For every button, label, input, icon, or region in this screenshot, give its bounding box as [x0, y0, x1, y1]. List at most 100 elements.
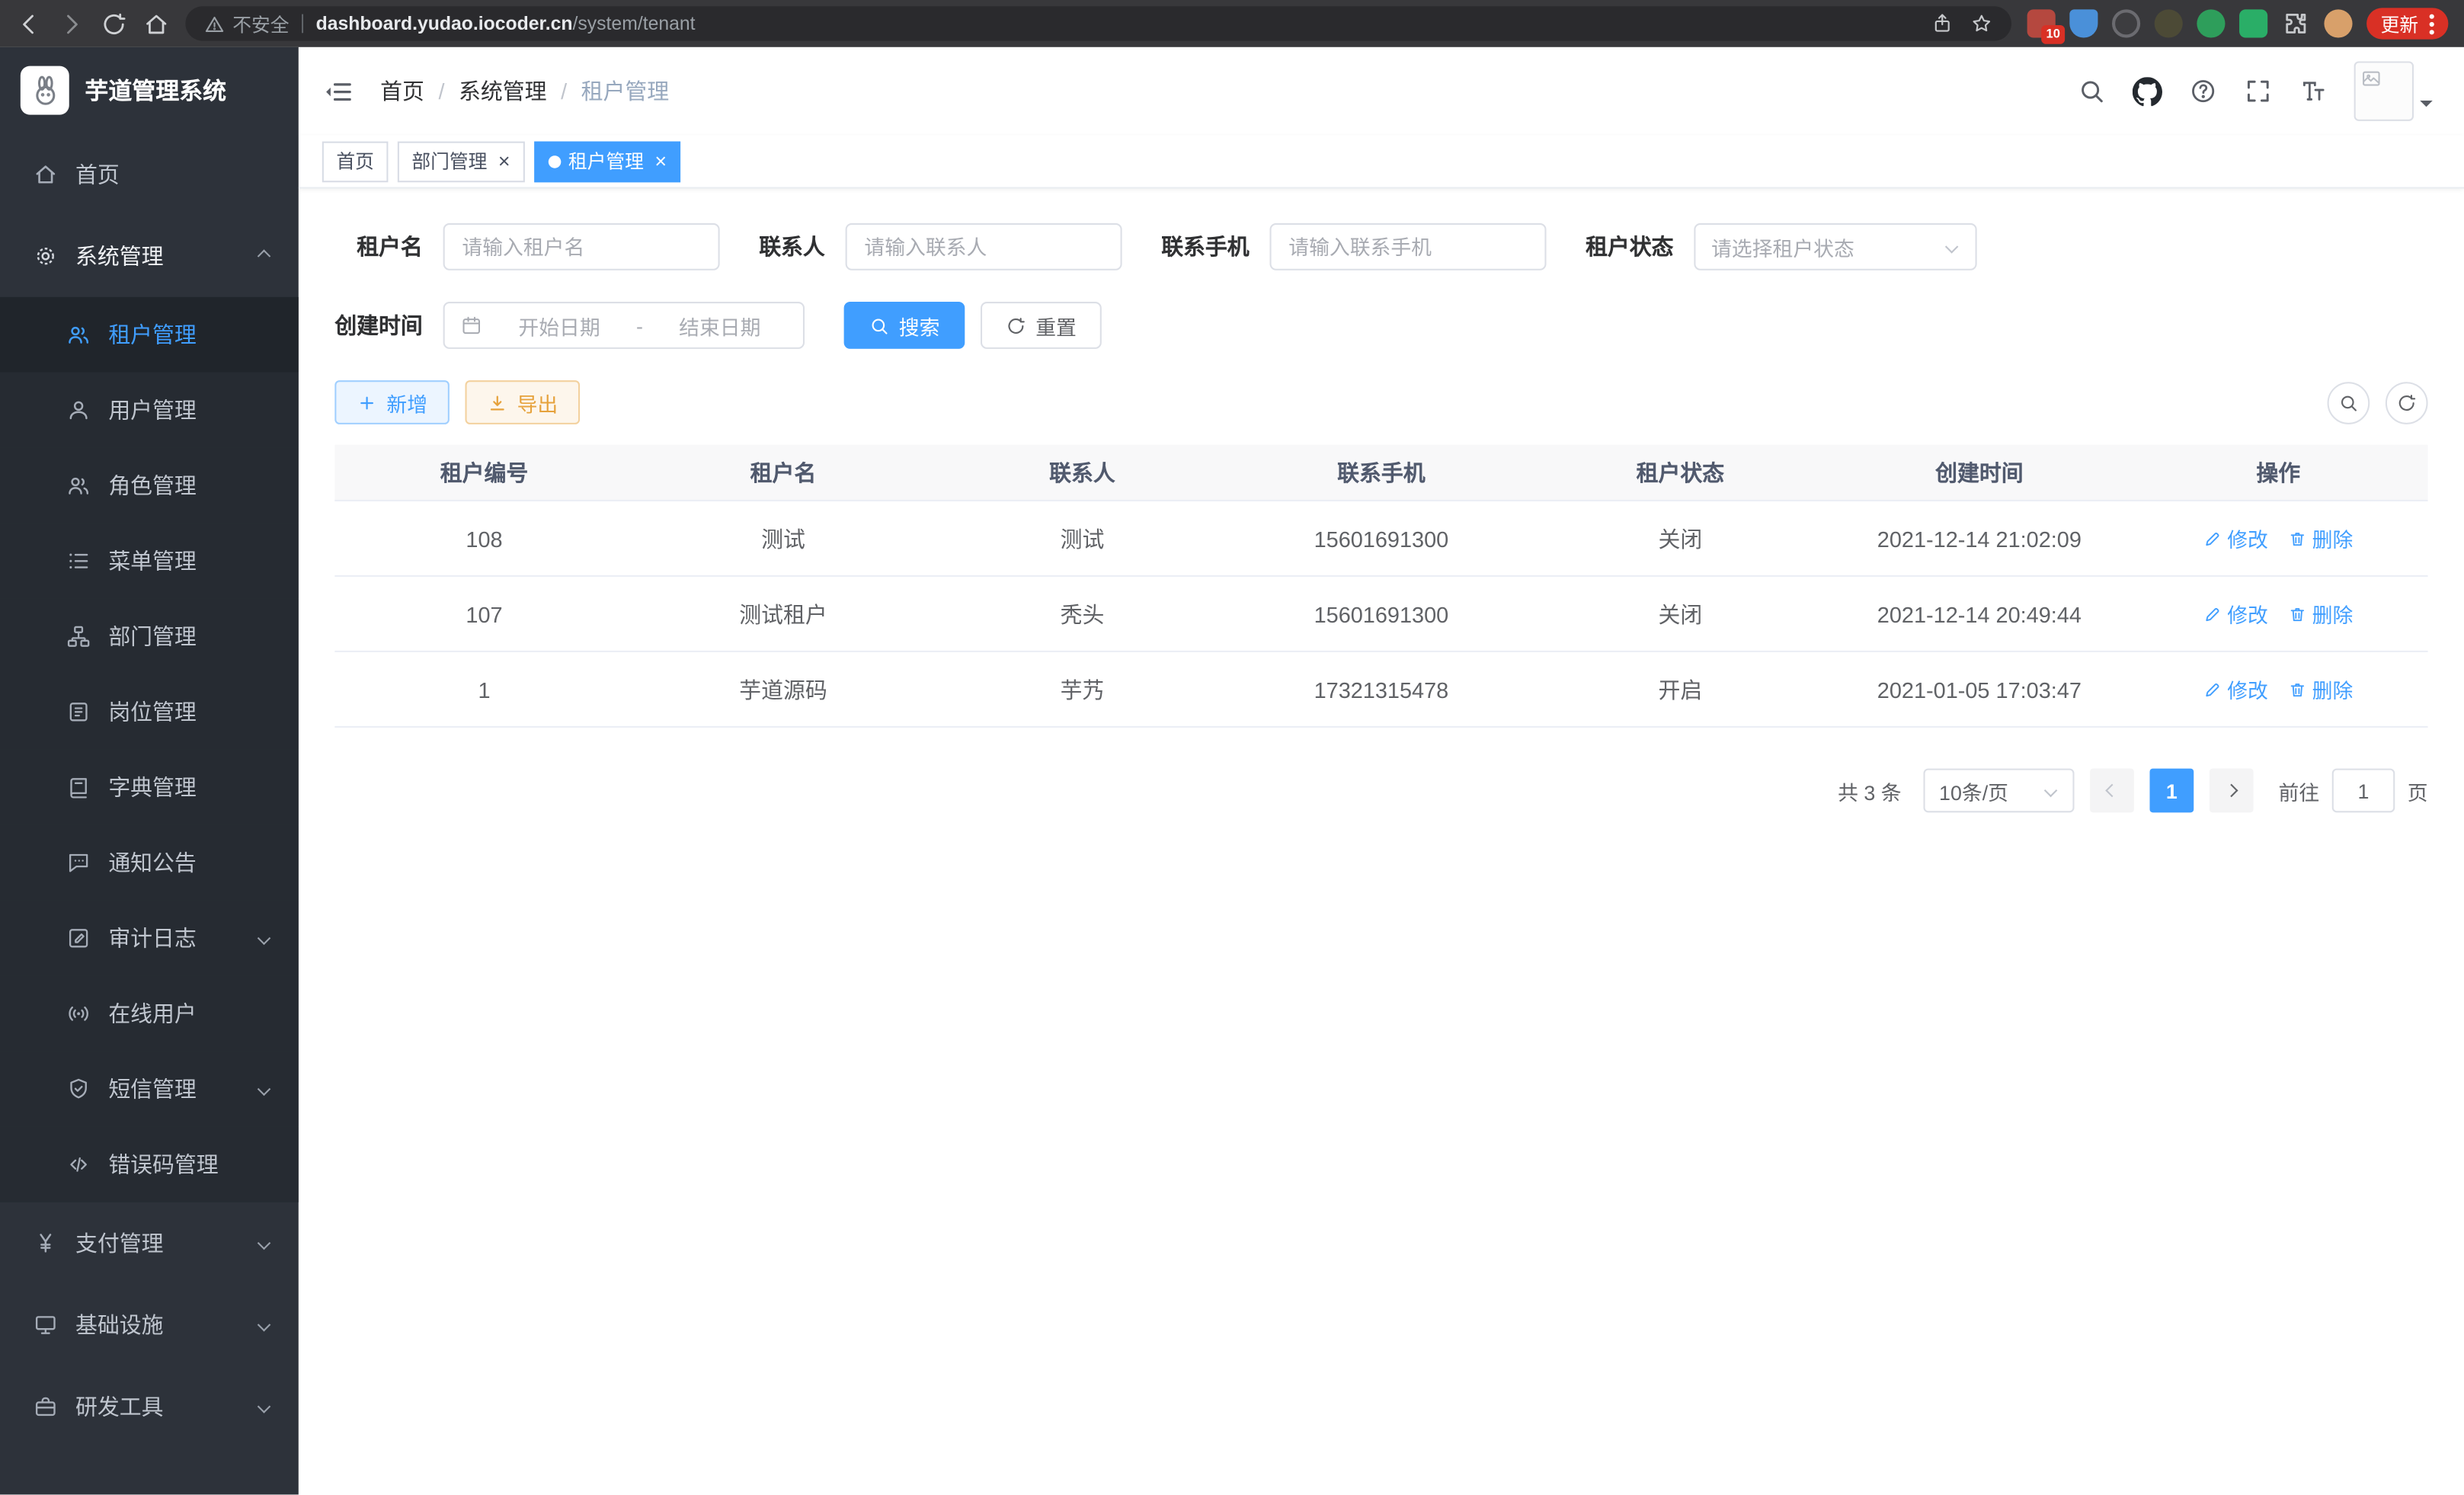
gear-icon — [33, 244, 58, 269]
browser-menu-icon[interactable] — [2430, 14, 2434, 34]
toggle-search-button[interactable] — [2328, 381, 2370, 424]
user-avatar[interactable] — [2354, 61, 2414, 120]
filter-status: 租户状态 请选择租户状态 — [1586, 223, 1977, 271]
status-select[interactable]: 请选择租户状态 — [1694, 223, 1976, 271]
table-toolbar: 新增 导出 — [334, 380, 2427, 424]
delete-button[interactable]: 删除 — [2289, 674, 2354, 704]
column-header: 联系人 — [933, 445, 1231, 500]
sidebar-item-home[interactable]: 首页 — [0, 133, 299, 215]
close-icon[interactable]: × — [498, 151, 510, 171]
document-edit-icon — [66, 926, 91, 951]
search-button[interactable]: 搜索 — [844, 302, 965, 349]
table-row: 1 芋道源码 芋艿 17321315478 开启 2021-01-05 17:0… — [334, 652, 2427, 728]
user-menu[interactable] — [2354, 61, 2433, 120]
sidebar-menu: 首页 系统管理 租户管理 用户管理 — [0, 133, 299, 1447]
update-browser-button[interactable]: 更新 — [2366, 8, 2448, 39]
breadcrumb-separator: / — [438, 78, 444, 104]
sidebar-item-tenant[interactable]: 租户管理 — [0, 297, 299, 373]
app-logo[interactable]: 芋道管理系统 — [0, 47, 299, 133]
tag-dept[interactable]: 部门管理 × — [398, 141, 524, 182]
create-time-range-picker[interactable]: 开始日期 - 结束日期 — [443, 302, 805, 349]
shield-icon — [66, 1077, 91, 1102]
sidebar-item-online-users[interactable]: 在线用户 — [0, 976, 299, 1052]
share-icon[interactable] — [1931, 13, 1954, 35]
next-page-button[interactable] — [2210, 769, 2254, 813]
font-size-icon[interactable] — [2299, 77, 2327, 105]
add-button[interactable]: 新增 — [334, 380, 450, 424]
extension-icon[interactable] — [2112, 9, 2140, 37]
sidebar-item-label: 通知公告 — [108, 847, 197, 879]
help-icon[interactable] — [2189, 77, 2217, 105]
button-label: 新增 — [386, 387, 427, 417]
pagination-total: 共 3 条 — [1838, 776, 1901, 805]
address-bar[interactable]: 不安全 dashboard.yudao.iocoder.cn/system/te… — [185, 6, 2011, 40]
app-title: 芋道管理系统 — [85, 74, 226, 107]
screen: 不安全 dashboard.yudao.iocoder.cn/system/te… — [0, 0, 2464, 1494]
cell-tenant-name: 测试 — [634, 501, 933, 575]
cell-phone: 17321315478 — [1232, 652, 1531, 726]
phone-input[interactable] — [1270, 223, 1547, 271]
edit-button[interactable]: 修改 — [2203, 674, 2268, 704]
page-number-button[interactable]: 1 — [2149, 769, 2194, 813]
reload-icon[interactable] — [101, 10, 127, 37]
sidebar-item-system[interactable]: 系统管理 — [0, 216, 299, 297]
download-icon — [487, 392, 507, 413]
sidebar-fold-icon[interactable] — [324, 76, 354, 106]
sidebar-item-notice[interactable]: 通知公告 — [0, 825, 299, 901]
sidebar-item-audit-log[interactable]: 审计日志 — [0, 901, 299, 976]
fullscreen-icon[interactable] — [2244, 77, 2272, 105]
browser-home-icon[interactable] — [143, 10, 170, 37]
breadcrumb-item[interactable]: 首页 — [380, 75, 424, 107]
refresh-table-button[interactable] — [2386, 381, 2428, 424]
close-icon[interactable]: × — [654, 151, 667, 171]
sidebar-item-post[interactable]: 岗位管理 — [0, 674, 299, 750]
forward-icon[interactable] — [58, 10, 85, 37]
search-icon[interactable] — [2078, 77, 2106, 105]
edit-button[interactable]: 修改 — [2203, 599, 2268, 629]
sidebar-item-menu-mgmt[interactable]: 菜单管理 — [0, 523, 299, 599]
extension-icon[interactable] — [2155, 9, 2183, 37]
export-button[interactable]: 导出 — [466, 380, 581, 424]
github-icon[interactable] — [2133, 76, 2162, 106]
sidebar-item-error-code[interactable]: 错误码管理 — [0, 1127, 299, 1202]
users-icon — [66, 473, 91, 498]
home-icon — [33, 162, 58, 187]
extension-icon[interactable]: 10 — [2027, 9, 2056, 37]
reset-button[interactable]: 重置 — [981, 302, 1102, 349]
contact-input[interactable] — [846, 223, 1122, 271]
sidebar-item-infrastructure[interactable]: 基础设施 — [0, 1284, 299, 1365]
extension-icon[interactable] — [2069, 9, 2098, 37]
profile-avatar-icon[interactable] — [2324, 9, 2352, 37]
select-placeholder: 请选择租户状态 — [1711, 232, 1854, 261]
delete-button[interactable]: 删除 — [2289, 523, 2354, 553]
sidebar-item-label: 字典管理 — [108, 772, 197, 803]
sidebar-item-dept[interactable]: 部门管理 — [0, 599, 299, 674]
goto-page-input[interactable] — [2332, 769, 2395, 813]
plus-icon — [357, 392, 377, 413]
extensions-puzzle-icon[interactable] — [2282, 9, 2310, 37]
sidebar-item-label: 首页 — [75, 158, 120, 190]
tenant-name-input[interactable] — [443, 223, 720, 271]
extension-icon[interactable] — [2239, 9, 2267, 37]
edit-button[interactable]: 修改 — [2203, 523, 2268, 553]
cell-tenant-id: 108 — [334, 501, 633, 575]
back-icon[interactable] — [16, 10, 43, 37]
extension-icon[interactable] — [2197, 9, 2225, 37]
sidebar-item-dev-tools[interactable]: 研发工具 — [0, 1365, 299, 1447]
bookmark-star-icon[interactable] — [1970, 13, 1992, 35]
tag-tenant[interactable]: 租户管理 × — [533, 141, 680, 182]
breadcrumb-item[interactable]: 系统管理 — [459, 75, 547, 107]
sidebar-item-dict[interactable]: 字典管理 — [0, 750, 299, 825]
sidebar-item-role[interactable]: 角色管理 — [0, 448, 299, 523]
chevron-down-icon — [258, 1237, 271, 1250]
prev-page-button[interactable] — [2090, 769, 2134, 813]
page-size-select[interactable]: 10条/页 — [1923, 769, 2074, 813]
delete-button[interactable]: 删除 — [2289, 599, 2354, 629]
security-label: 不安全 — [232, 10, 289, 37]
column-header: 创建时间 — [1830, 445, 2129, 500]
tag-home[interactable]: 首页 — [322, 141, 389, 182]
sidebar-item-payment[interactable]: 支付管理 — [0, 1202, 299, 1284]
security-indicator[interactable]: 不安全 — [204, 10, 289, 37]
sidebar-item-user[interactable]: 用户管理 — [0, 373, 299, 448]
sidebar-item-sms[interactable]: 短信管理 — [0, 1052, 299, 1127]
